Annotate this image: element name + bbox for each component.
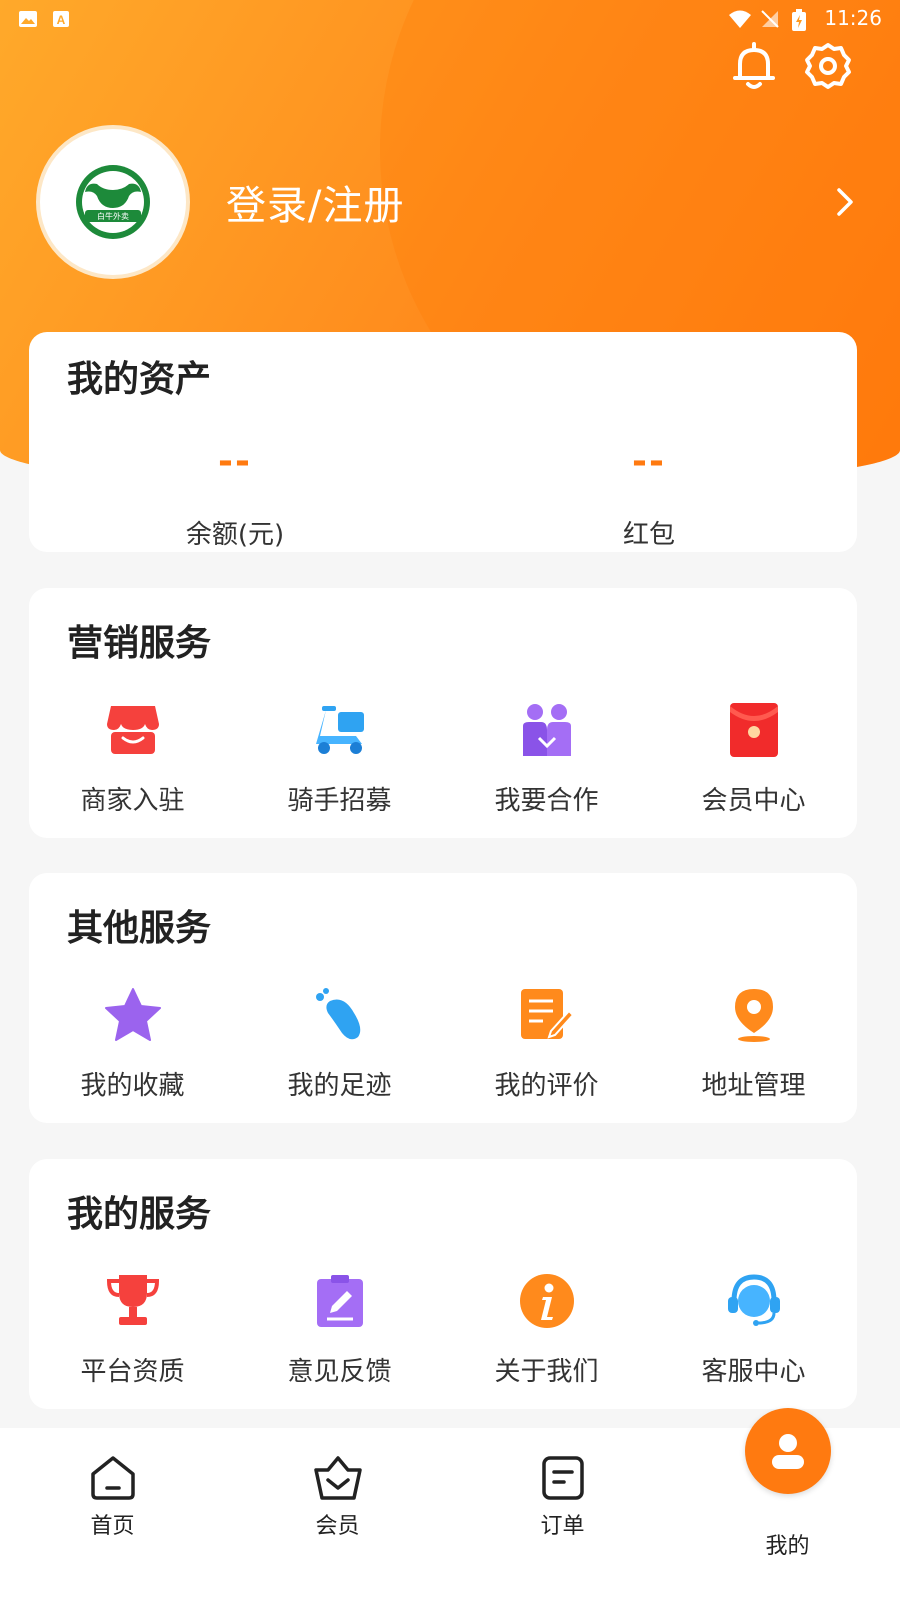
tab-home[interactable]: 首页 [0, 1428, 225, 1600]
tab-home-label: 首页 [90, 1514, 135, 1539]
red-packet-item[interactable]: -- 红包 [499, 442, 799, 551]
merchant-join-label: 商家入驻 [80, 786, 185, 816]
trophy-icon [103, 1271, 163, 1331]
my-services-card: 我的服务 平台资质 意见反馈 关于我们 客服中心 [29, 1159, 857, 1409]
platform-qualification-button[interactable]: 平台资质 [29, 1271, 236, 1388]
merchant-join-button[interactable]: 商家入驻 [29, 700, 236, 817]
my-reviews-button[interactable]: 我的评价 [443, 985, 650, 1102]
svg-text:A: A [57, 13, 66, 27]
brand-logo-icon: 白牛外卖 [76, 165, 150, 239]
feedback-button[interactable]: 意见反馈 [236, 1271, 443, 1388]
partners-icon [517, 700, 577, 760]
store-icon [103, 700, 163, 760]
other-services-card: 其他服务 我的收藏 我的足迹 我的评价 地址管理 [29, 873, 857, 1123]
chevron-right-icon[interactable] [830, 182, 860, 222]
member-center-label: 会员中心 [701, 786, 806, 816]
headset-icon [724, 1271, 784, 1331]
home-icon [87, 1452, 139, 1504]
address-manage-button[interactable]: 地址管理 [650, 985, 857, 1102]
status-time: 11:26 [824, 6, 882, 30]
wifi-icon [728, 9, 752, 28]
text-notification-icon: A [52, 9, 72, 27]
my-reviews-label: 我的评价 [494, 1071, 599, 1101]
tab-member-label: 会员 [315, 1514, 360, 1539]
cooperate-label: 我要合作 [494, 786, 599, 816]
profile-row[interactable]: 白牛外卖 登录/注册 [36, 124, 864, 280]
marketing-services-title: 营销服务 [67, 623, 212, 664]
about-us-label: 关于我们 [494, 1357, 599, 1387]
other-services-title: 其他服务 [67, 908, 212, 949]
feedback-icon [310, 1271, 370, 1331]
order-icon [537, 1452, 589, 1504]
profile-icon [744, 1408, 831, 1494]
red-packet-label: 红包 [622, 520, 675, 550]
favorites-button[interactable]: 我的收藏 [29, 985, 236, 1102]
footprint-icon [310, 985, 370, 1045]
assets-title: 我的资产 [67, 359, 212, 400]
feedback-label: 意见反馈 [287, 1357, 392, 1387]
bottom-tab-bar: 首页 会员 订单 我的 [0, 1408, 900, 1600]
footprints-button[interactable]: 我的足迹 [236, 985, 443, 1102]
gallery-notification-icon [18, 9, 38, 27]
cooperate-button[interactable]: 我要合作 [443, 700, 650, 817]
tab-orders-label: 订单 [540, 1514, 585, 1539]
gear-icon[interactable] [804, 42, 852, 90]
star-icon [103, 985, 163, 1045]
rider-recruit-label: 骑手招募 [287, 786, 392, 816]
tab-orders[interactable]: 订单 [450, 1428, 675, 1600]
location-pin-icon [724, 985, 784, 1045]
assets-card: 我的资产 -- 余额(元) -- 红包 [29, 332, 857, 552]
red-envelope-icon [724, 700, 784, 760]
balance-item[interactable]: -- 余额(元) [85, 442, 385, 551]
no-signal-icon [760, 9, 780, 28]
footprints-label: 我的足迹 [287, 1071, 392, 1101]
svg-text:白牛外卖: 白牛外卖 [97, 211, 129, 221]
bell-icon[interactable] [730, 42, 778, 90]
member-center-button[interactable]: 会员中心 [650, 700, 857, 817]
rider-recruit-button[interactable]: 骑手招募 [236, 700, 443, 817]
tab-mine[interactable]: 我的 [675, 1408, 900, 1600]
battery-icon [792, 9, 812, 31]
crown-basket-icon [312, 1452, 364, 1504]
scooter-icon [310, 700, 370, 760]
tab-mine-label: 我的 [765, 1534, 810, 1559]
customer-service-button[interactable]: 客服中心 [650, 1271, 857, 1388]
favorites-label: 我的收藏 [80, 1071, 185, 1101]
tab-member[interactable]: 会员 [225, 1428, 450, 1600]
balance-value: -- [218, 441, 252, 482]
customer-service-label: 客服中心 [701, 1357, 806, 1387]
platform-qualification-label: 平台资质 [80, 1357, 185, 1387]
my-services-title: 我的服务 [67, 1194, 212, 1235]
marketing-services-card: 营销服务 商家入驻 骑手招募 我要合作 会员中心 [29, 588, 857, 838]
status-bar: A 11:26 [0, 0, 900, 36]
about-us-button[interactable]: 关于我们 [443, 1271, 650, 1388]
info-icon [517, 1271, 577, 1331]
balance-label: 余额(元) [185, 520, 285, 550]
login-register-link[interactable]: 登录/注册 [226, 173, 404, 231]
address-manage-label: 地址管理 [701, 1071, 806, 1101]
avatar[interactable]: 白牛外卖 [36, 125, 190, 279]
review-icon [517, 985, 577, 1045]
red-packet-value: -- [632, 441, 666, 482]
